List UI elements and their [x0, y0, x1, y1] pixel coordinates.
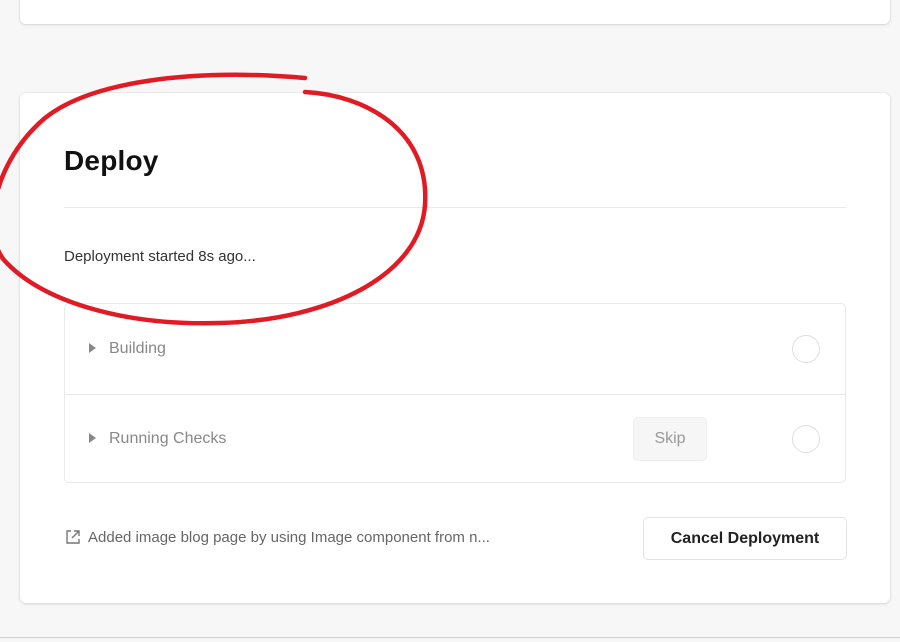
- caret-right-icon: [89, 433, 96, 443]
- previous-card: [20, 0, 890, 24]
- skip-button[interactable]: Skip: [633, 417, 707, 461]
- commit-message: Added image blog page by using Image com…: [88, 528, 490, 546]
- deploy-title: Deploy: [64, 145, 159, 176]
- bottom-edge: [0, 637, 900, 642]
- pending-status-icon: [792, 425, 820, 453]
- deployment-steps: Building Running Checks Skip: [64, 303, 846, 483]
- step-label: Building: [109, 340, 166, 357]
- cancel-deployment-button[interactable]: Cancel Deployment: [643, 517, 847, 560]
- step-running-checks[interactable]: Running Checks Skip: [65, 394, 845, 484]
- external-link-icon: [66, 530, 80, 544]
- step-building[interactable]: Building: [65, 304, 845, 395]
- title-divider: [64, 207, 846, 208]
- deploy-card: Deploy Deployment started 8s ago... Buil…: [20, 93, 890, 603]
- caret-right-icon: [89, 343, 96, 353]
- commit-link[interactable]: Added image blog page by using Image com…: [64, 525, 624, 549]
- deployment-status: Deployment started 8s ago...: [64, 248, 256, 265]
- pending-status-icon: [792, 335, 820, 363]
- step-label: Running Checks: [109, 430, 227, 447]
